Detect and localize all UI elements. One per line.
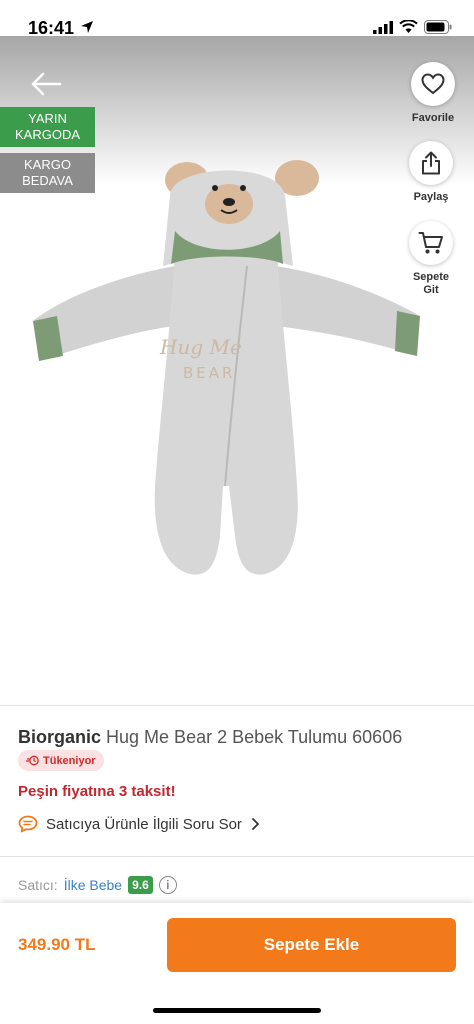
ribbon-next-day-shipping: YARIN KARGODA <box>0 107 95 147</box>
favorite-label: Favorile <box>411 112 455 124</box>
garment-text-line2: BEAR <box>183 364 235 382</box>
baby-jumpsuit-image: Hug Me BEAR <box>33 160 420 575</box>
chevron-right-icon <box>252 818 259 830</box>
add-to-cart-button[interactable]: Sepete Ekle <box>167 918 456 972</box>
status-icons <box>373 20 452 34</box>
product-name: Hug Me Bear 2 Bebek Tulumu 60606 <box>106 727 403 747</box>
garment-text-line1: Hug Me <box>159 335 242 359</box>
heart-icon <box>421 73 445 95</box>
product-brand[interactable]: Biorganic <box>18 727 101 747</box>
ask-seller-link[interactable]: Satıcıya Ürünle İlgili Soru Sor <box>18 815 260 833</box>
divider <box>0 856 474 857</box>
clock-icon <box>26 755 39 766</box>
wifi-icon <box>399 20 418 33</box>
ribbon-line: KARGODA <box>14 127 80 142</box>
divider <box>0 705 474 706</box>
seller-name-link[interactable]: İlke Bebe <box>64 877 122 893</box>
signal-icon <box>373 20 393 34</box>
stock-badge-label: Tükeniyor <box>43 754 96 767</box>
seller-score-badge: 9.6 <box>128 876 153 894</box>
ribbon-line: YARIN <box>28 111 67 126</box>
price: 349.90 TL <box>18 935 96 954</box>
seller-row: Satıcı: İlke Bebe 9.6 i <box>18 876 177 894</box>
product-title: Biorganic Hug Me Bear 2 Bebek Tulumu 606… <box>18 727 402 748</box>
favorite-circle[interactable] <box>411 62 455 106</box>
product-image-area[interactable]: YARIN KARGODA KARGO BEDAVA Favorile Payl… <box>0 36 474 704</box>
chat-bubble-icon <box>18 815 38 833</box>
battery-icon <box>424 20 452 34</box>
ask-seller-label: Satıcıya Ürünle İlgili Soru Sor <box>46 815 242 833</box>
status-time: 16:41 <box>28 18 75 38</box>
favorite-button[interactable]: Favorile <box>408 62 458 125</box>
bottom-bar: 349.90 TL Sepete Ekle <box>0 903 474 1024</box>
back-arrow-icon[interactable] <box>28 70 64 98</box>
seller-label: Satıcı: <box>18 877 58 893</box>
status-bar: 16:41 <box>0 0 474 40</box>
home-indicator[interactable] <box>153 1008 321 1013</box>
stock-badge: Tükeniyor <box>18 750 104 771</box>
installment-text: Peşin fiyatına 3 taksit! <box>18 783 176 800</box>
info-icon[interactable]: i <box>158 876 177 894</box>
location-arrow-icon <box>81 21 93 33</box>
